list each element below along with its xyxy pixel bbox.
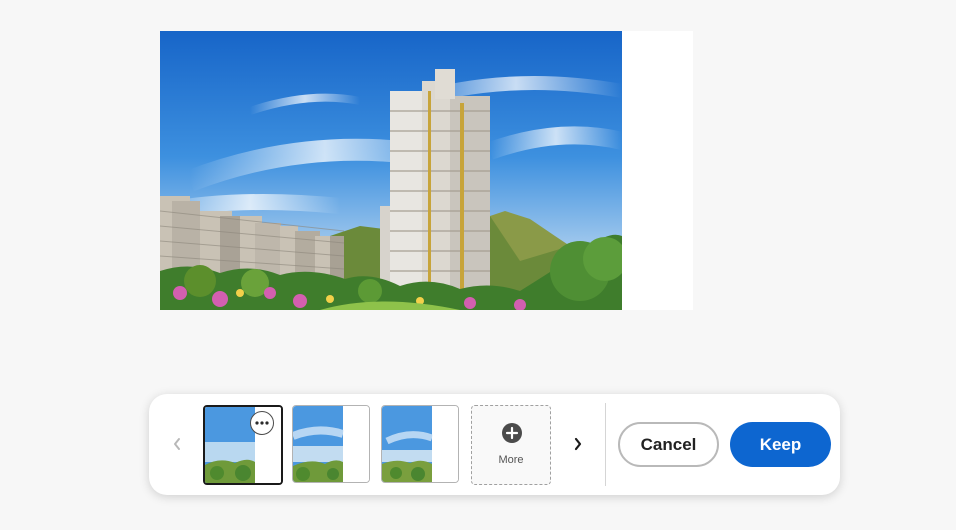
chevron-right-icon — [574, 437, 582, 451]
thumbnail-variation-2[interactable] — [292, 405, 370, 483]
canvas-transparent-area — [622, 31, 693, 310]
cancel-button[interactable]: Cancel — [618, 422, 719, 467]
canvas-image — [160, 31, 622, 310]
thumbnail-options-button[interactable] — [250, 411, 274, 435]
previous-button[interactable] — [163, 424, 191, 464]
keep-button[interactable]: Keep — [730, 422, 831, 467]
toolbar-divider — [605, 403, 606, 486]
thumbnail-variation-3[interactable] — [381, 405, 459, 483]
next-button[interactable] — [564, 424, 592, 464]
more-variations-button[interactable]: More — [471, 405, 551, 485]
more-label: More — [498, 454, 524, 466]
canvas-area — [160, 31, 693, 310]
more-horizontal-icon — [255, 421, 269, 425]
variation-toolbar: More Cancel Keep — [149, 394, 840, 495]
plus-circle-icon — [502, 423, 522, 443]
chevron-left-icon — [174, 438, 180, 450]
